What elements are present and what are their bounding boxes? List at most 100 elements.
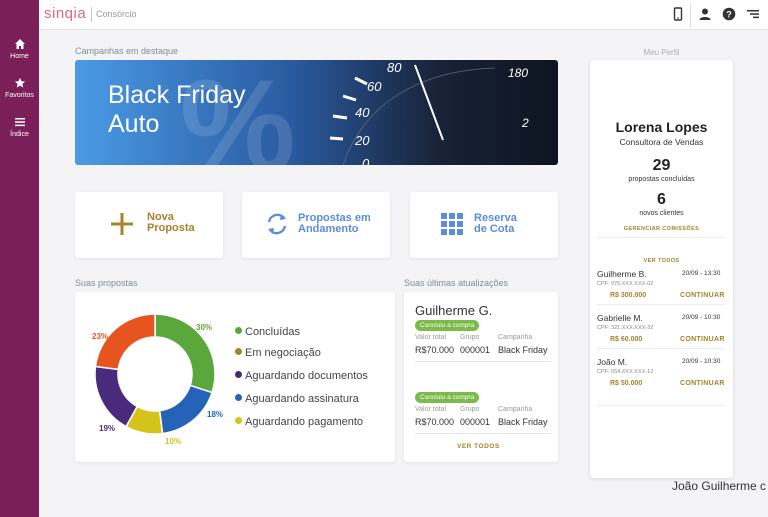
sidebar-item-favoritos[interactable]: Favoritos xyxy=(0,77,39,99)
slice-label-negociacao: 23% xyxy=(92,332,109,341)
client-date: 20/09 - 10:30 xyxy=(682,358,721,365)
star-icon xyxy=(14,77,25,88)
field-label: Valor total xyxy=(415,334,446,341)
status-badge: Concluiu a compra xyxy=(415,320,480,331)
profile-title: Meu Perfil xyxy=(643,48,680,57)
field-value: 000001 xyxy=(460,417,491,427)
banner-title: Black Friday Auto xyxy=(108,81,246,139)
legend-dot xyxy=(235,348,242,355)
field-value: 000001 xyxy=(460,345,491,355)
sidebar-item-label: Índice xyxy=(10,131,29,138)
client-cpf: CPF: 321.XXX.XXX-32 xyxy=(597,325,654,331)
legend-label: Aguardando assinatura xyxy=(245,393,359,405)
mobile-icon[interactable] xyxy=(671,7,685,21)
continue-button[interactable]: CONTINUAR xyxy=(680,292,725,299)
see-all-updates-link[interactable]: VER TODOS xyxy=(457,443,500,450)
sidebar-item-label: Home xyxy=(10,53,29,60)
continue-button[interactable]: CONTINUAR xyxy=(680,380,725,387)
sidebar-item-label: Favoritos xyxy=(5,92,34,99)
legend-item: Aguardando documentos xyxy=(235,370,368,382)
profile-panel: Lorena Lopes Consultora de Vendas 29 pro… xyxy=(590,60,733,478)
divider xyxy=(415,433,551,434)
campaigns-title: Campanhas em destaque xyxy=(75,46,179,56)
client-date: 20/09 - 10:30 xyxy=(682,314,721,321)
campaign-banner[interactable]: % Black Friday Auto 80 60 40 20 0 180 2 xyxy=(75,60,558,165)
continue-button[interactable]: CONTINUAR xyxy=(680,336,725,343)
field-value: R$70.000 xyxy=(415,417,455,427)
client-name: Gabrielle M. xyxy=(597,313,643,323)
footer-user-name: João Guilherme c xyxy=(672,479,767,493)
field-label: Campanha xyxy=(498,334,533,341)
see-all-clients-link[interactable]: VER TODOS xyxy=(590,258,733,264)
client-date: 20/09 - 13:30 xyxy=(682,270,721,277)
client-cpf: CPF: 976.XXX.XXX-02 xyxy=(597,281,654,287)
slice-label-concluidas: 30% xyxy=(196,323,213,332)
divider xyxy=(415,361,551,362)
client-value: R$ 60.000 xyxy=(610,336,643,343)
speedo-label: 40 xyxy=(355,105,370,120)
sidebar: Home Favoritos Índice xyxy=(0,0,39,517)
updates-card: Guilherme G. Concluiu a compra Valor tot… xyxy=(404,292,558,462)
legend-item: Aguardando pagamento xyxy=(235,416,363,428)
speedo-label: 180 xyxy=(508,66,529,80)
profile-name: Lorena Lopes xyxy=(615,119,708,135)
donut-slice xyxy=(94,313,156,371)
action-label: Nova Proposta xyxy=(147,212,195,234)
sidebar-item-indice[interactable]: Índice xyxy=(0,116,39,138)
stat-clients-label: novos clientes xyxy=(639,210,684,217)
donut-slice xyxy=(158,384,214,435)
menu-icon xyxy=(14,118,25,127)
status-badge: Concluiu a compra xyxy=(415,392,480,403)
speedo-label: 60 xyxy=(367,79,382,94)
legend-dot xyxy=(235,417,242,424)
field-value: R$70.000 xyxy=(415,345,455,355)
legend-dot xyxy=(235,371,242,378)
slice-label-pagamento: 10% xyxy=(165,437,182,446)
field-value: Black Friday xyxy=(498,417,548,427)
speedo-label: 20 xyxy=(355,133,370,148)
profile-role: Consultora de Vendas xyxy=(619,137,704,147)
sidebar-item-home[interactable]: Home xyxy=(0,38,39,60)
update-client-name: Guilherme G. xyxy=(415,303,493,318)
updates-title: Suas últimas atualizações xyxy=(404,278,509,288)
donut-slice xyxy=(94,365,139,428)
stat-proposals-value: 29 xyxy=(652,157,671,174)
slice-label-documentos: 19% xyxy=(99,424,116,433)
legend-label: Em negociação xyxy=(245,347,321,359)
client-name: Guilherme B. xyxy=(597,269,647,279)
field-value: Black Friday xyxy=(498,345,548,355)
legend-label: Aguardando documentos xyxy=(245,370,368,382)
speedo-label: 80 xyxy=(387,60,402,75)
speedo-label: 2 xyxy=(522,116,529,130)
home-icon xyxy=(14,39,25,49)
proposals-card: 30% 18% 10% 19% 23% Concluídas Em negoci… xyxy=(75,292,395,462)
topbar-divider xyxy=(690,3,691,27)
proposals-in-progress-button[interactable]: Propostas em Andamento xyxy=(242,192,390,258)
stat-proposals-label: propostas concluídas xyxy=(628,176,695,183)
new-proposal-button[interactable]: Nova Proposta xyxy=(75,192,223,258)
client-cpf: CPF: 654.XXX.XXX-12 xyxy=(597,369,654,375)
banner-line-2: Auto xyxy=(108,110,160,138)
action-line-2: Andamento xyxy=(298,223,359,235)
menu-icon[interactable] xyxy=(746,7,760,21)
legend-item: Aguardando assinatura xyxy=(235,393,359,405)
grid-icon xyxy=(441,213,463,235)
user-icon[interactable] xyxy=(698,7,712,21)
divider xyxy=(597,348,725,349)
speedo-label: 0 xyxy=(362,156,370,165)
quota-reservation-button[interactable]: Reserva de Cota xyxy=(410,192,558,258)
client-value: R$ 300.000 xyxy=(610,292,647,299)
legend-dot xyxy=(235,327,242,334)
brand-logo[interactable]: sinqia xyxy=(44,5,86,22)
client-name: João M. xyxy=(597,357,628,367)
manage-commissions-link[interactable]: GERENCIAR COMISSÕES xyxy=(590,226,733,232)
product-name: Consórcio xyxy=(96,9,137,19)
action-line-2: de Cota xyxy=(474,223,515,235)
divider xyxy=(597,237,725,238)
topbar: sinqia Consórcio ? xyxy=(39,0,768,30)
proposals-title: Suas propostas xyxy=(75,278,138,288)
client-value: R$ 50.000 xyxy=(610,380,643,387)
banner-line-1: Black Friday xyxy=(108,81,246,109)
help-icon[interactable]: ? xyxy=(722,7,736,21)
legend-label: Concluídas xyxy=(245,326,301,338)
